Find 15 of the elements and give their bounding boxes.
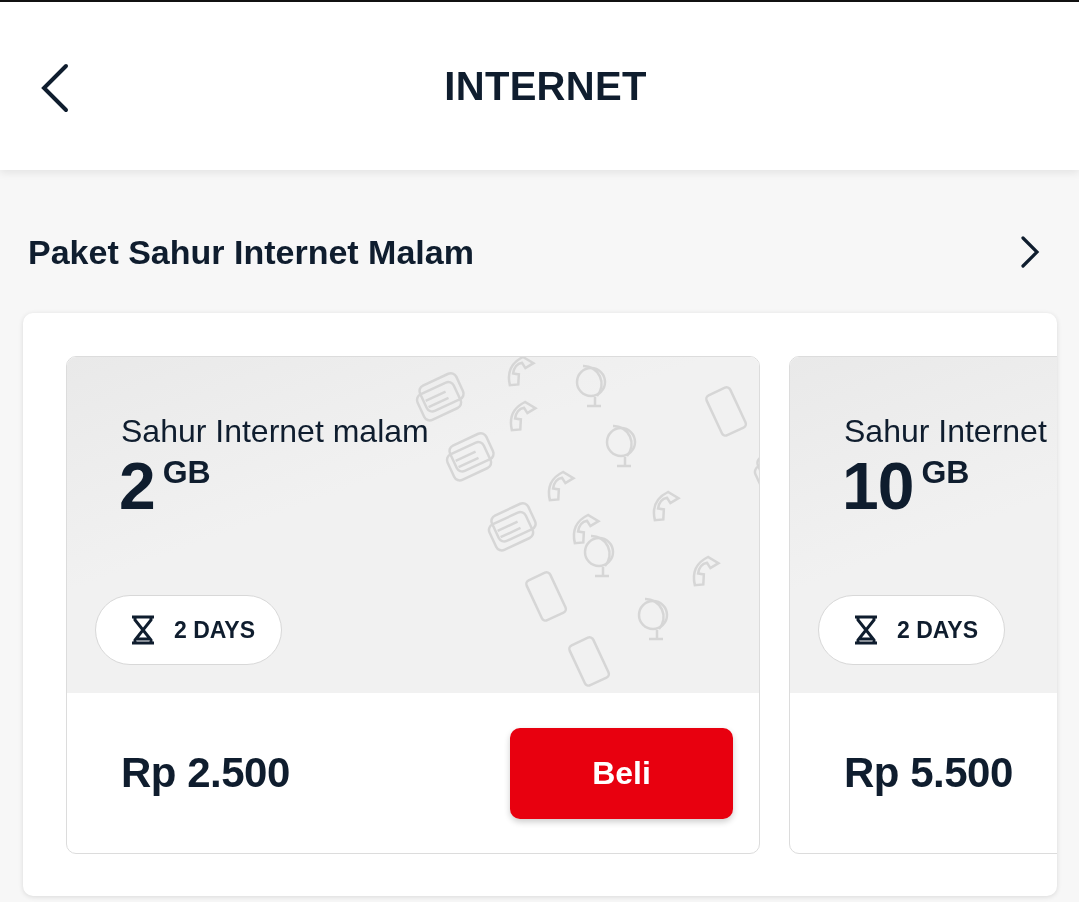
package-price: Rp 2.500 — [121, 749, 290, 797]
quota-unit: GB — [921, 454, 970, 491]
quota-unit: GB — [162, 454, 211, 491]
buy-button[interactable]: Beli — [510, 727, 733, 819]
package-name: Sahur Internet — [844, 413, 1047, 450]
hourglass-icon — [853, 615, 879, 645]
page-title: INTERNET — [444, 63, 647, 109]
duration-text: 2 DAYS — [897, 616, 978, 644]
section-title: Paket Sahur Internet Malam — [28, 232, 474, 272]
duration-text: 2 DAYS — [174, 616, 255, 644]
package-name: Sahur Internet malam — [121, 413, 429, 450]
hourglass-icon — [130, 615, 156, 645]
quota-amount: 2 — [119, 450, 155, 522]
package-price: Rp 5.500 — [844, 749, 1013, 797]
quota-amount: 10 — [842, 450, 914, 522]
